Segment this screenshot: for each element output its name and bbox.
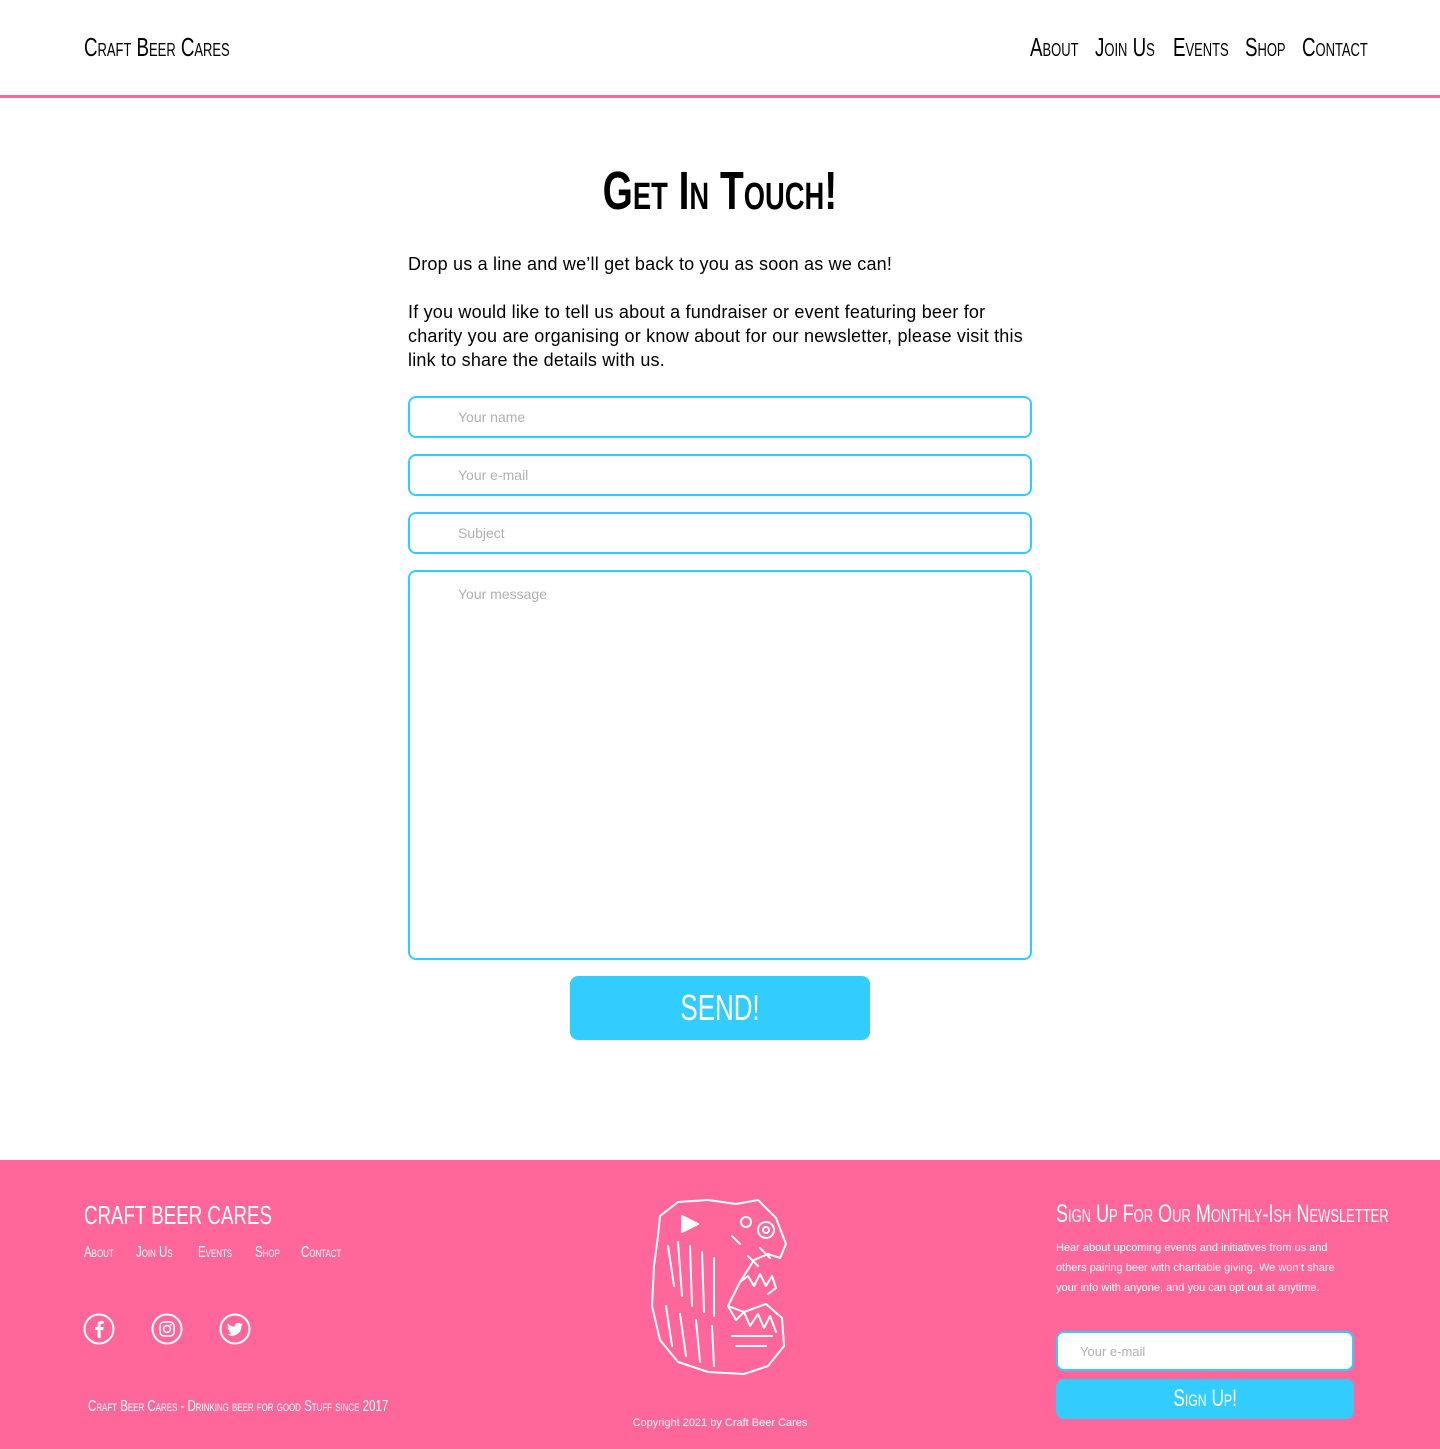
intro-paragraph-2: If you would like to tell us about a fun…	[408, 302, 1023, 370]
footer-tagline-text: Craft Beer Cares - Drinking beer for goo…	[88, 1398, 389, 1415]
message-textarea[interactable]	[408, 570, 1032, 960]
nav-events[interactable]: Events	[1173, 32, 1245, 66]
main-nav: About Join Us Events Shop Contact	[1030, 32, 1368, 66]
site-logo[interactable]: Craft Beer Cares	[84, 32, 286, 63]
nav-contact[interactable]: Contact	[1302, 32, 1368, 66]
nav-shop[interactable]: Shop	[1245, 32, 1302, 66]
footer-nav-shop-label: Shop	[255, 1244, 280, 1261]
footer-tagline: Craft Beer Cares - Drinking beer for goo…	[88, 1398, 505, 1416]
subject-input[interactable]	[408, 512, 1032, 554]
name-input[interactable]	[408, 396, 1032, 438]
footer-nav-shop[interactable]: Shop	[255, 1244, 301, 1266]
intro-paragraph-1: Drop us a line and we’ll get back to you…	[408, 254, 893, 274]
footer-nav: About Join Us Events Shop Contact	[84, 1244, 361, 1266]
page-title: Get In Touch!	[0, 160, 1440, 222]
newsletter-signup-button[interactable]: Sign Up!	[1056, 1379, 1354, 1419]
footer-brand-text: Craft Beer Cares	[84, 1200, 272, 1230]
footer-nav-join-us[interactable]: Join Us	[136, 1244, 198, 1266]
newsletter-title-text: Sign Up For Our Monthly-Ish Newsletter	[1056, 1200, 1389, 1228]
send-button-label: SEND!	[680, 987, 760, 1028]
newsletter-signup-label: Sign Up!	[1173, 1385, 1237, 1412]
send-button[interactable]: SEND!	[570, 976, 870, 1040]
footer-nav-about-label: About	[84, 1244, 114, 1261]
footer-nav-events[interactable]: Events	[198, 1244, 255, 1266]
twitter-icon[interactable]	[219, 1313, 251, 1345]
email-input[interactable]	[408, 454, 1032, 496]
nav-events-label: Events	[1173, 32, 1229, 62]
footer-nav-join-us-label: Join Us	[136, 1244, 173, 1261]
site-footer: Craft Beer Cares About Join Us Events Sh…	[0, 1160, 1440, 1449]
nav-contact-label: Contact	[1302, 32, 1368, 62]
intro-text: Drop us a line and we’ll get back to you…	[408, 252, 1038, 396]
footer-nav-contact[interactable]: Contact	[301, 1244, 361, 1266]
footer-brand: Craft Beer Cares	[84, 1200, 345, 1231]
newsletter-description: Hear about upcoming events and initiativ…	[1056, 1242, 1335, 1294]
instagram-icon[interactable]	[151, 1313, 183, 1345]
nav-join-us[interactable]: Join Us	[1095, 32, 1173, 66]
footer-nav-about[interactable]: About	[84, 1244, 136, 1266]
nav-about-label: About	[1030, 32, 1079, 62]
nav-about[interactable]: About	[1030, 32, 1095, 66]
facebook-icon[interactable]	[83, 1313, 115, 1345]
site-header: Craft Beer Cares About Join Us Events Sh…	[0, 0, 1440, 98]
footer-nav-events-label: Events	[198, 1244, 233, 1261]
newsletter-title: Sign Up For Our Monthly-Ish Newsletter	[1056, 1200, 1440, 1229]
monster-logo-icon	[651, 1199, 787, 1375]
footer-nav-contact-label: Contact	[301, 1244, 342, 1261]
newsletter-email-input[interactable]	[1056, 1331, 1354, 1371]
nav-join-us-label: Join Us	[1095, 32, 1155, 62]
nav-shop-label: Shop	[1245, 32, 1286, 62]
site-logo-text: Craft Beer Cares	[84, 32, 230, 62]
page-title-text: Get In Touch!	[602, 161, 838, 221]
